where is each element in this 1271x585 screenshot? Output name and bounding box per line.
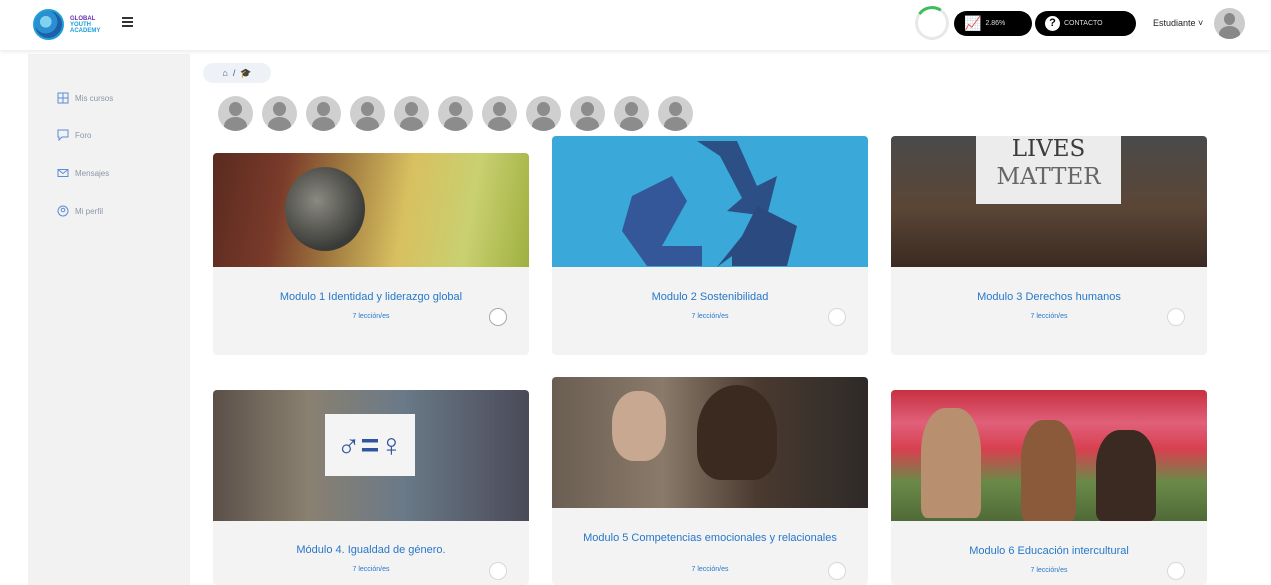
course-card[interactable]: ♂=♀ Módulo 4. Igualdad de género. 7 lecc… [213, 390, 529, 585]
course-title[interactable]: Modulo 6 Educación intercultural [891, 545, 1207, 557]
home-icon[interactable]: ⌂ [222, 68, 227, 78]
course-title[interactable]: Modulo 1 Identidad y liderazgo global [213, 291, 529, 303]
chat-icon [57, 129, 69, 142]
recycle-denim-image [622, 141, 797, 267]
person-face-image [612, 391, 666, 461]
course-image [552, 136, 868, 267]
course-image [552, 377, 868, 508]
logo[interactable]: GLOBAL YOUTH ACADEMY [33, 9, 100, 40]
question-icon: ? [1045, 16, 1060, 31]
person-hair-image [697, 385, 777, 480]
gender-equality-sign: ♂=♀ [325, 414, 415, 476]
participant-avatar[interactable] [526, 96, 561, 131]
sidebar-item-mensajes[interactable]: Mensajes [57, 167, 109, 179]
course-lessons: 7 lección/es [1030, 313, 1068, 320]
person-image [1021, 420, 1076, 521]
person-image [921, 408, 981, 518]
course-card[interactable]: Modulo 6 Educación intercultural 7 lecci… [891, 390, 1207, 585]
participant-avatar[interactable] [306, 96, 341, 131]
participant-avatar[interactable] [262, 96, 297, 131]
participant-avatar[interactable] [438, 96, 473, 131]
course-progress-icon [828, 308, 846, 326]
hamburger-menu-icon[interactable] [122, 17, 133, 29]
participant-avatar[interactable] [570, 96, 605, 131]
participant-avatar[interactable] [614, 96, 649, 131]
course-card[interactable]: Modulo 2 Sostenibilidad 7 lección/es [552, 136, 868, 355]
breadcrumb: ⌂ / 🎓 [203, 63, 271, 83]
participant-avatar[interactable] [350, 96, 385, 131]
course-card[interactable]: Modulo 5 Competencias emocionales y rela… [552, 377, 868, 585]
course-progress-icon [828, 562, 846, 580]
participant-avatar[interactable] [658, 96, 693, 131]
sidebar-item-mis-cursos[interactable]: Mis cursos [57, 92, 113, 104]
top-bar: GLOBAL YOUTH ACADEMY 📈 2.86% ? CONTACTO … [0, 0, 1271, 50]
course-lessons: 7 lección/es [691, 566, 729, 573]
logo-globe-icon [33, 9, 64, 40]
sidebar-item-foro[interactable]: Foro [57, 129, 91, 142]
graduation-cap-icon[interactable]: 🎓 [240, 68, 251, 79]
participant-avatars [218, 96, 693, 131]
course-title[interactable]: Modulo 5 Competencias emocionales y rela… [552, 532, 868, 544]
participant-avatar[interactable] [218, 96, 253, 131]
course-lessons: 7 lección/es [352, 313, 390, 320]
user-avatar[interactable] [1214, 8, 1245, 39]
protest-sign: LIVES MATTER [976, 136, 1121, 204]
chart-icon: 📈 [964, 15, 982, 31]
globe-in-hands-image [285, 167, 365, 251]
participant-avatar[interactable] [394, 96, 429, 131]
course-lessons: 7 lección/es [1030, 567, 1068, 574]
logo-text: GLOBAL YOUTH ACADEMY [70, 15, 101, 34]
course-image: LIVES MATTER [891, 136, 1207, 267]
sidebar: Mis cursos Foro Mensajes Mi perfil [28, 54, 190, 585]
participant-avatar[interactable] [482, 96, 517, 131]
course-progress-ring [912, 3, 952, 43]
course-card[interactable]: Modulo 1 Identidad y liderazgo global 7 … [213, 153, 529, 355]
user-menu[interactable]: Estudiante ˅ [1153, 18, 1203, 28]
envelope-icon [57, 167, 69, 179]
sidebar-item-mi-perfil[interactable]: Mi perfil [57, 205, 103, 217]
stats-button[interactable]: 📈 2.86% [954, 11, 1032, 36]
course-title[interactable]: Modulo 3 Derechos humanos [891, 291, 1207, 303]
person-image [1096, 430, 1156, 521]
course-image [213, 153, 529, 267]
contact-button[interactable]: ? CONTACTO [1035, 11, 1136, 36]
course-progress-icon [489, 308, 507, 326]
grid-icon [57, 92, 69, 104]
course-image: ♂=♀ [213, 390, 529, 521]
course-progress-icon [1167, 308, 1185, 326]
course-card[interactable]: LIVES MATTER Modulo 3 Derechos humanos 7… [891, 136, 1207, 355]
course-progress-icon [1167, 562, 1185, 580]
course-progress-icon [489, 562, 507, 580]
course-lessons: 7 lección/es [352, 566, 390, 573]
course-title[interactable]: Modulo 2 Sostenibilidad [552, 291, 868, 303]
user-circle-icon [57, 205, 69, 217]
course-lessons: 7 lección/es [691, 313, 729, 320]
course-title[interactable]: Módulo 4. Igualdad de género. [213, 544, 529, 556]
course-image [891, 390, 1207, 521]
